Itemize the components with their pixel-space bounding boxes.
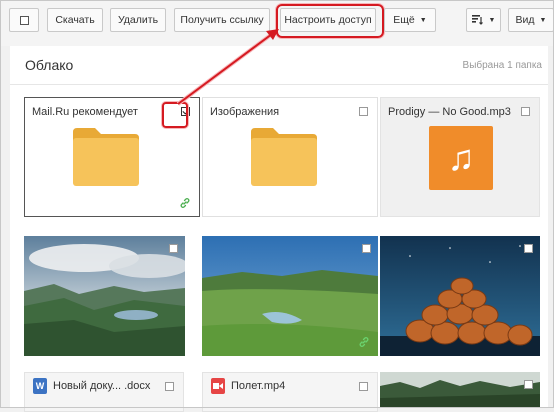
folder-icon — [73, 128, 139, 186]
camera-icon — [213, 383, 223, 389]
tile-checkbox[interactable] — [521, 107, 530, 116]
chevron-down-icon: ▼ — [419, 16, 427, 24]
tile-checkbox[interactable] — [359, 382, 368, 391]
folder-tile[interactable]: Изображения — [202, 97, 378, 217]
link-icon — [180, 198, 190, 208]
tile-checkbox[interactable] — [362, 244, 371, 253]
share-access-button[interactable]: Настроить доступ — [280, 8, 376, 32]
tile-checkbox[interactable] — [359, 107, 368, 116]
more-button[interactable]: Ещё ▼ — [384, 8, 436, 32]
audio-file-tile[interactable]: Prodigy — No Good.mp3 ♫ — [380, 97, 540, 217]
tile-name: Полет.mp4 — [231, 380, 286, 392]
tile-checkbox[interactable] — [524, 380, 533, 389]
page-header: Облако Выбрана 1 папка — [10, 46, 548, 85]
folder-icon — [251, 128, 317, 186]
tile-name: Изображения — [210, 106, 280, 118]
image-tile[interactable] — [24, 236, 185, 356]
tile-name: Новый доку... .docx — [53, 380, 151, 392]
delete-button[interactable]: Удалить — [110, 8, 166, 32]
sort-button[interactable]: ▼ — [466, 8, 501, 32]
tile-checkbox[interactable] — [524, 244, 533, 253]
selection-status: Выбрана 1 папка — [462, 60, 542, 71]
tile-checkbox[interactable] — [169, 244, 178, 253]
landscape-photo — [24, 236, 185, 356]
image-tile[interactable] — [380, 372, 540, 408]
file-grid: Mail.Ru рекомендует Изображения Prodigy … — [10, 85, 548, 412]
page-title: Облако — [25, 57, 74, 73]
toolbar: Скачать Удалить Получить ссылку Настроит… — [0, 0, 554, 46]
chevron-down-icon: ▼ — [539, 16, 547, 24]
checkbox-icon — [19, 15, 29, 25]
video-icon — [211, 378, 225, 394]
link-icon — [359, 337, 369, 347]
folder-tile[interactable]: Mail.Ru рекомендует — [24, 97, 200, 217]
tile-checkbox[interactable] — [181, 107, 190, 116]
tile-name: Mail.Ru рекомендует — [32, 106, 138, 118]
more-button-label: Ещё — [393, 14, 415, 26]
image-tile[interactable] — [202, 236, 378, 356]
tile-checkbox[interactable] — [165, 382, 174, 391]
landscape-photo — [380, 372, 540, 408]
image-tile[interactable] — [380, 236, 540, 356]
word-doc-icon: W — [33, 378, 47, 394]
landscape-photo — [202, 236, 378, 356]
chevron-down-icon: ▼ — [488, 16, 496, 24]
view-button-label: Вид — [515, 14, 535, 26]
view-button[interactable]: Вид ▼ — [508, 8, 554, 32]
tile-name: Prodigy — No Good.mp3 — [388, 106, 511, 118]
download-button[interactable]: Скачать — [47, 8, 103, 32]
video-file-tile[interactable]: Полет.mp4 — [202, 372, 378, 412]
select-all-button[interactable] — [9, 8, 39, 32]
sort-icon — [471, 15, 483, 25]
music-note-icon: ♫ — [429, 126, 493, 190]
document-tile[interactable]: W Новый доку... .docx — [24, 372, 184, 412]
get-link-button[interactable]: Получить ссылку — [174, 8, 270, 32]
hay-bales-photo — [380, 236, 540, 356]
